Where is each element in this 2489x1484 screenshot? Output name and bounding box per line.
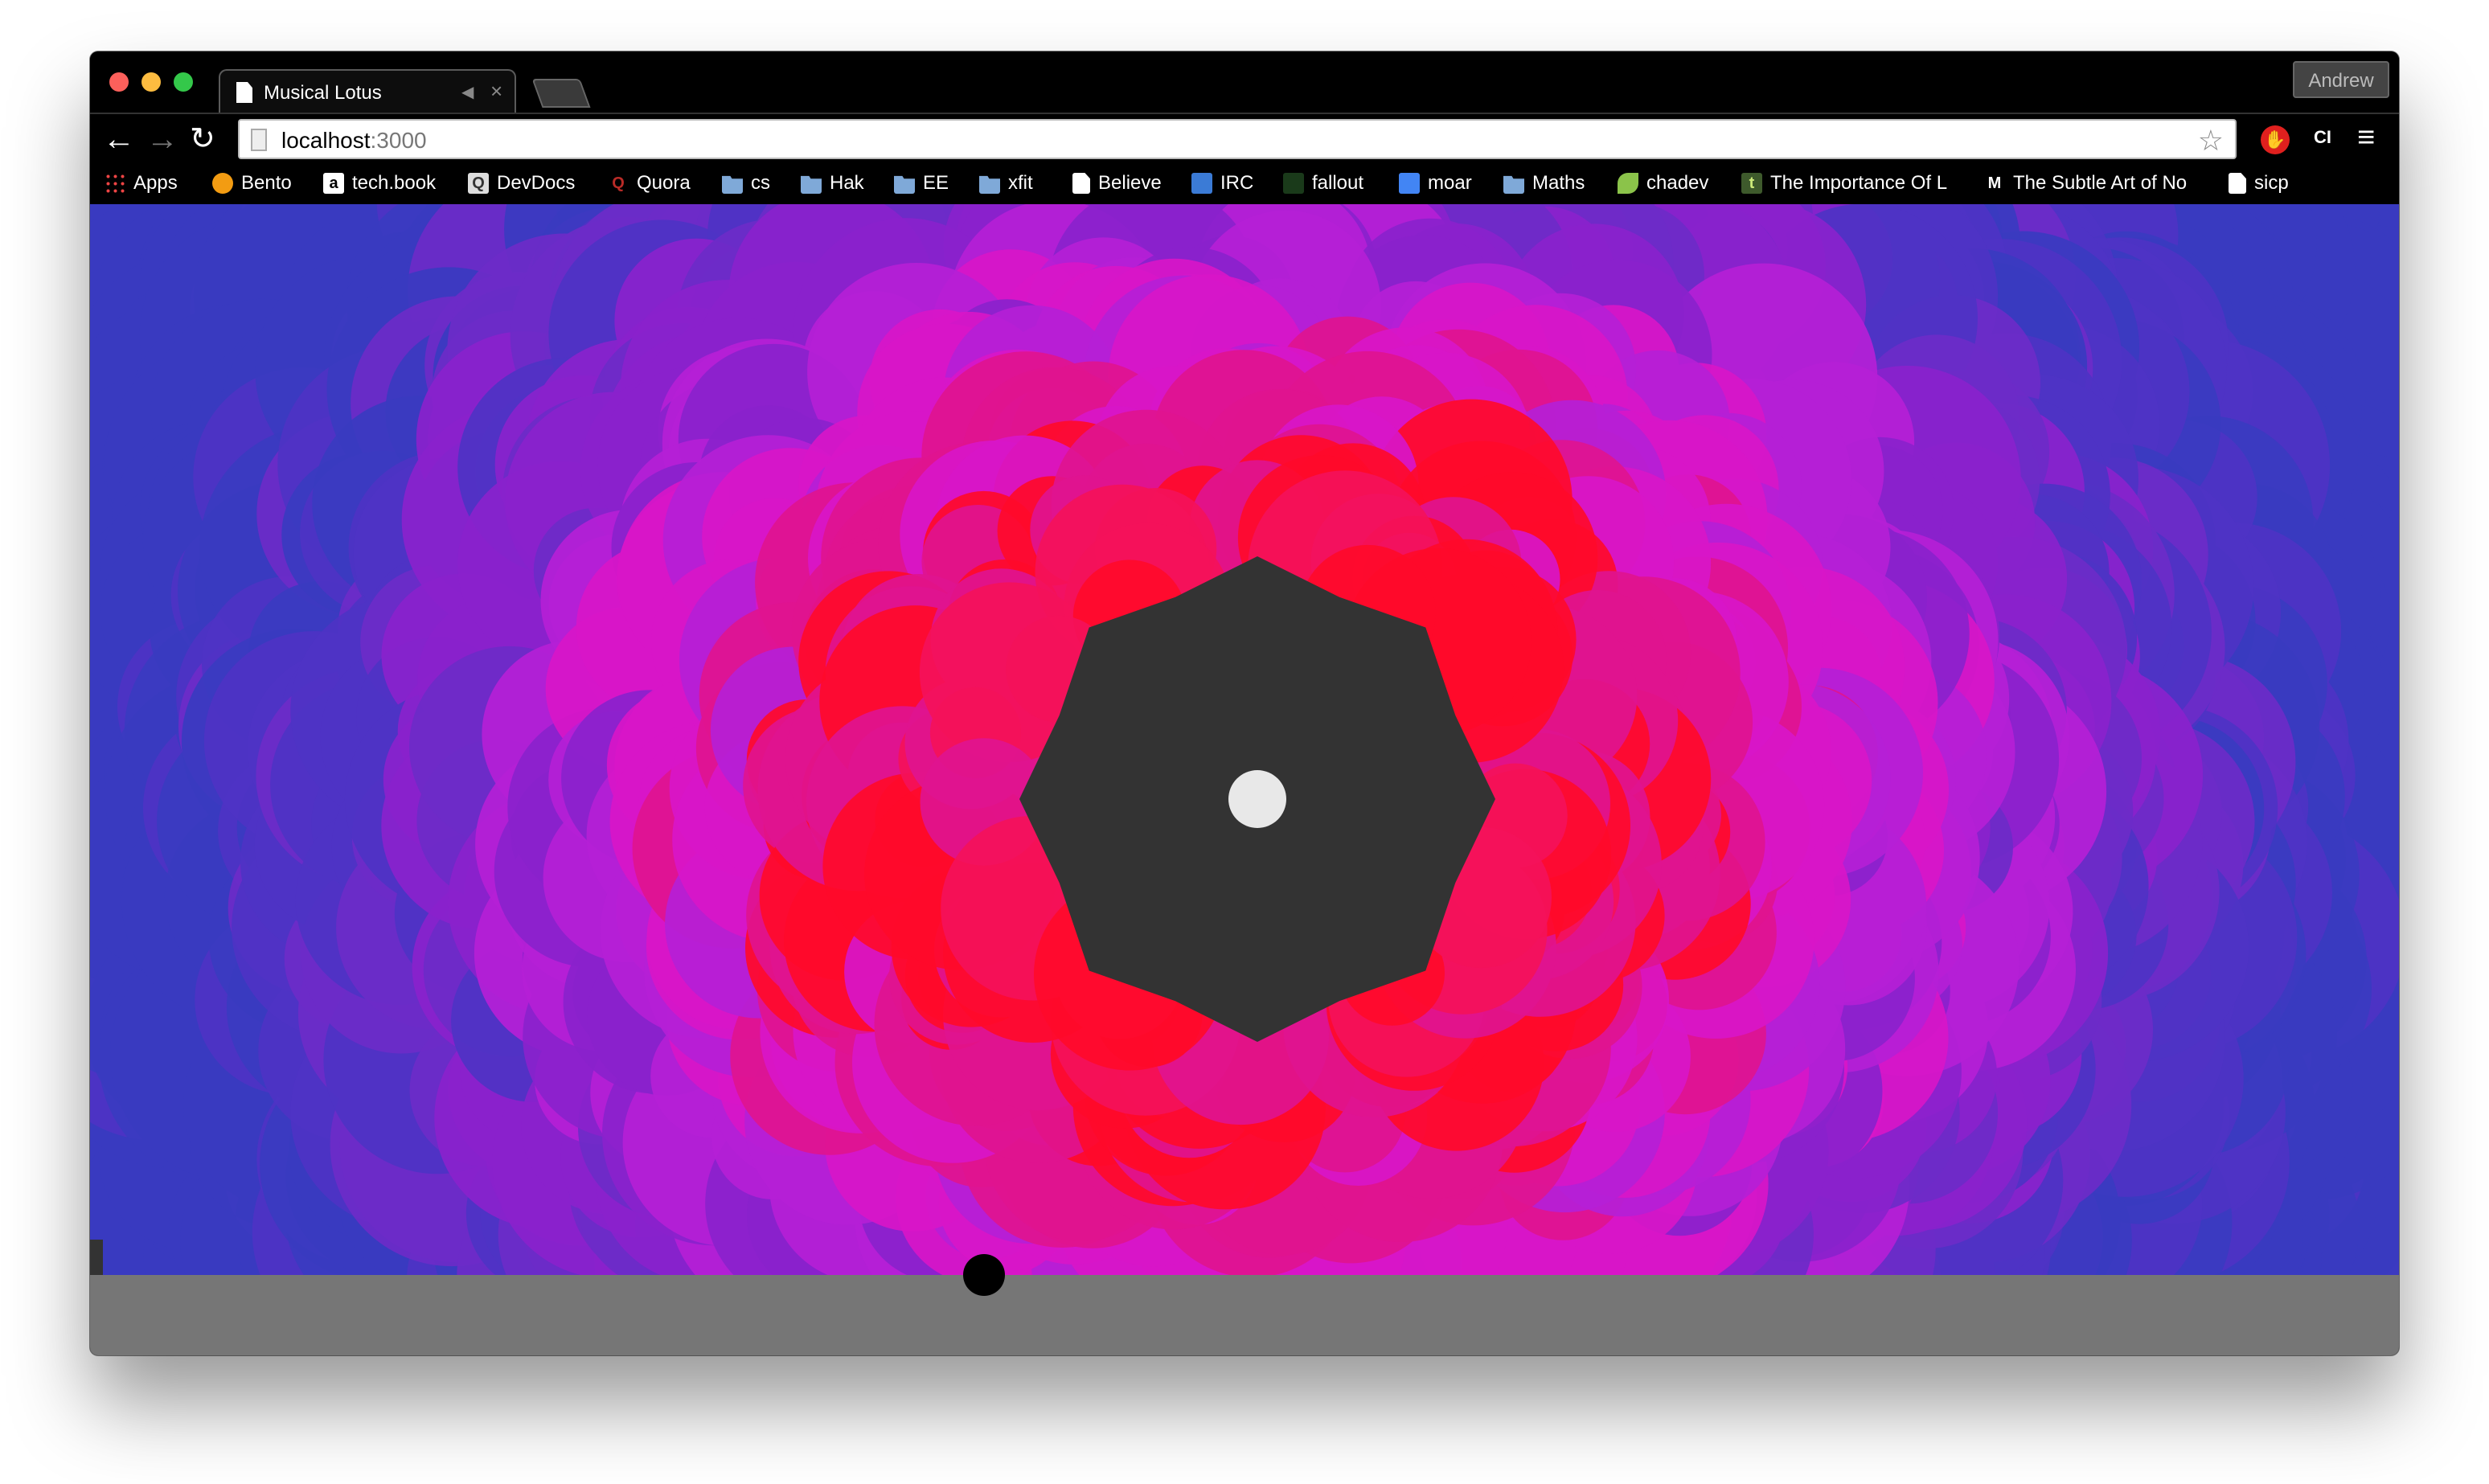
bookmark-chadev[interactable]: chadev xyxy=(1618,169,1708,198)
bookmark-moar[interactable]: moar xyxy=(1399,169,1472,198)
bookmark-subtle-art[interactable]: M The Subtle Art of No xyxy=(1984,169,2201,198)
browser-window: Musical Lotus ◀︎ × Andrew ← → ↻ localhos… xyxy=(90,51,2399,1355)
center-dot[interactable] xyxy=(1228,770,1286,828)
bookmark-apps[interactable]: Apps xyxy=(105,169,178,198)
page-icon xyxy=(2229,173,2246,194)
page-icon xyxy=(236,82,252,103)
title-bar: Musical Lotus ◀︎ × Andrew xyxy=(90,51,2399,113)
t-icon: t xyxy=(1741,173,1762,194)
close-window-button[interactable] xyxy=(109,72,129,92)
quora-icon: Q xyxy=(612,174,625,192)
speaker-icon[interactable]: ◀︎ xyxy=(461,82,474,102)
bookmark-bento[interactable]: Bento xyxy=(212,169,292,198)
url-host: localhost xyxy=(281,128,371,153)
irc-icon xyxy=(1191,173,1212,194)
new-tab-button[interactable] xyxy=(531,79,591,108)
bookmark-irc[interactable]: IRC xyxy=(1191,169,1253,198)
bookmark-folder-cs[interactable]: cs xyxy=(722,169,770,198)
folder-icon xyxy=(1503,175,1524,194)
leaf-icon xyxy=(1618,173,1638,194)
back-button[interactable]: ← xyxy=(103,119,135,159)
docs-icon xyxy=(1399,173,1420,194)
forward-button[interactable]: → xyxy=(146,119,178,159)
tab-musical-lotus[interactable]: Musical Lotus ◀︎ × xyxy=(219,69,516,113)
bookmark-star-icon[interactable]: ☆ xyxy=(2198,124,2224,158)
bookmarks-bar: Apps Bento a tech.book Q DevDocs Q Quora cs… xyxy=(90,164,2399,204)
medium-icon: M xyxy=(1987,174,2002,192)
lotus-visualization xyxy=(90,204,2399,1275)
minimize-window-button[interactable] xyxy=(141,72,161,92)
bookmark-folder-xfit[interactable]: xfit xyxy=(979,169,1033,198)
zoom-window-button[interactable] xyxy=(174,72,193,92)
playback-bar[interactable] xyxy=(90,1275,2399,1355)
url-text[interactable]: localhost:3000 xyxy=(281,128,427,154)
bookmark-fallout[interactable]: fallout xyxy=(1283,169,1363,198)
playback-position-knob[interactable] xyxy=(963,1254,1005,1296)
bookmark-folder-hak[interactable]: Hak xyxy=(801,169,864,198)
folder-icon xyxy=(801,175,822,194)
bookmark-importance[interactable]: t The Importance Of L xyxy=(1741,169,1950,198)
devdocs-icon: Q xyxy=(468,173,489,194)
folder-icon xyxy=(979,175,1000,194)
url-port: :3000 xyxy=(370,128,427,153)
visualization-canvas[interactable] xyxy=(90,204,2399,1275)
folder-icon xyxy=(894,175,915,194)
toolbar: ← → ↻ localhost:3000 ☆ ✋ CI ≡ xyxy=(90,113,2399,164)
bookmark-quora[interactable]: Q Quora xyxy=(608,169,690,198)
bookmark-folder-maths[interactable]: Maths xyxy=(1503,169,1585,198)
folder-icon xyxy=(722,175,743,194)
fallout-icon xyxy=(1283,173,1304,194)
edge-marker xyxy=(90,1240,103,1275)
bookmark-believe[interactable]: Believe xyxy=(1072,169,1162,198)
bookmark-tech-book[interactable]: a tech.book xyxy=(323,169,436,198)
close-tab-icon[interactable]: × xyxy=(490,79,502,104)
bookmark-sicp[interactable]: sicp xyxy=(2229,169,2289,198)
profile-button[interactable]: Andrew xyxy=(2293,61,2389,98)
tab-title: Musical Lotus xyxy=(264,82,382,104)
adblock-extension-icon[interactable]: ✋ xyxy=(2261,125,2290,154)
apps-icon xyxy=(105,173,125,194)
bento-icon xyxy=(212,173,233,194)
address-bar[interactable]: localhost:3000 ☆ xyxy=(238,119,2237,159)
ci-extension-icon[interactable]: CI xyxy=(2314,127,2331,148)
menu-icon[interactable]: ≡ xyxy=(2357,121,2375,155)
page-icon xyxy=(251,129,267,151)
reload-button[interactable]: ↻ xyxy=(190,119,215,159)
amazon-icon: a xyxy=(323,173,344,194)
page-icon xyxy=(1072,173,1090,194)
bookmark-folder-ee[interactable]: EE xyxy=(894,169,949,198)
bookmark-devdocs[interactable]: Q DevDocs xyxy=(468,169,575,198)
